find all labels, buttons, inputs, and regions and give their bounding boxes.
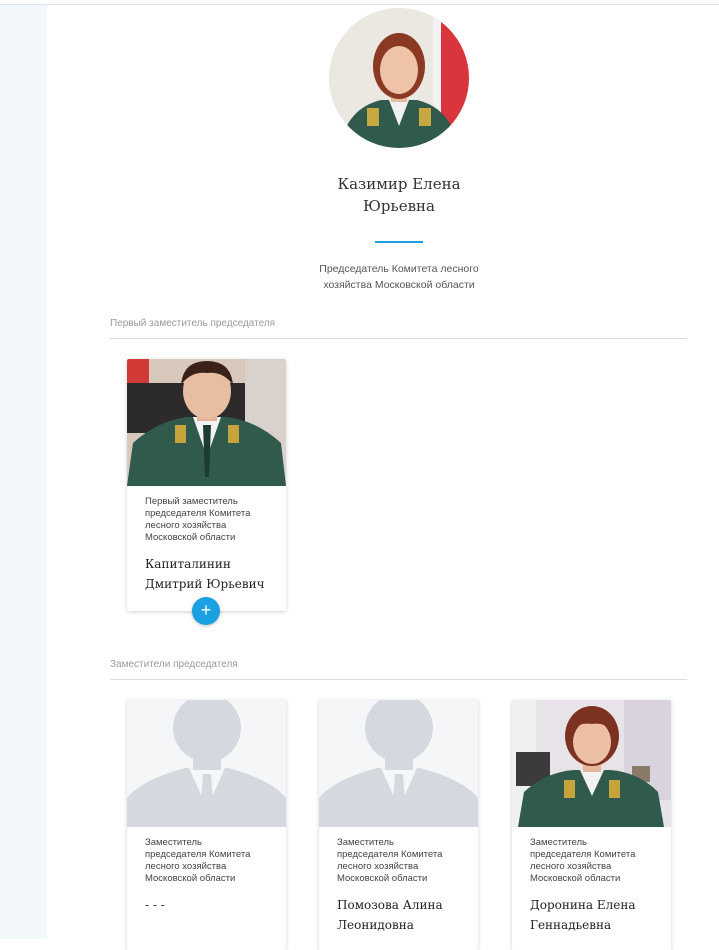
deputy-name: Помозова Алина Леонидовна [337, 895, 460, 935]
chairman-name-line1: Казимир Елена [337, 175, 461, 193]
position-line: Заместитель [530, 837, 587, 848]
avatar-placeholder-icon [319, 700, 478, 827]
position-line: председателя Комитета [530, 849, 636, 860]
deputy-name: Доронина Елена Геннадьевна [530, 895, 653, 935]
name-line1: Помозова Алина [337, 898, 443, 912]
chairman-name: Казимир Елена Юрьевна [247, 173, 551, 217]
name-line1: Капиталинин [145, 557, 231, 571]
section-divider [110, 338, 687, 339]
position-line: председателя Комитета [145, 849, 251, 860]
chairman-position-line2: хозяйства Московской области [323, 279, 475, 291]
position-line: лесного хозяйства [337, 861, 419, 872]
first-deputy-card[interactable]: Первый заместитель председателя Комитета… [127, 359, 286, 611]
position-line: лесного хозяйства [145, 861, 227, 872]
deputy-name: - - - [145, 895, 268, 915]
name-line2: Геннадьевна [530, 918, 612, 932]
chairman-position: Председатель Комитета лесного хозяйства … [297, 261, 501, 293]
name-line1: - - - [145, 898, 165, 912]
position-line: председателя Комитета [145, 508, 251, 519]
position-line: лесного хозяйства [530, 861, 612, 872]
chairman-name-line2: Юрьевна [363, 197, 435, 215]
main-content: Казимир Елена Юрьевна Председатель Комит… [47, 5, 719, 950]
position-line: Московской области [530, 873, 621, 884]
position-line: председателя Комитета [337, 849, 443, 860]
name-line2: Дмитрий Юрьевич [145, 577, 265, 591]
section-title-first-deputy: Первый заместитель председателя [110, 318, 276, 329]
section-divider [110, 679, 687, 680]
left-sidebar [0, 5, 47, 939]
avatar-placeholder-icon [127, 700, 286, 827]
position-line: Московской области [145, 873, 236, 884]
section-title-deputies: Заместители председателя [110, 659, 238, 670]
chairman-portrait [329, 8, 469, 148]
position-line: лесного хозяйства [145, 520, 227, 531]
deputy-card[interactable]: Заместитель председателя Комитета лесног… [512, 700, 671, 950]
position-line: Заместитель [337, 837, 394, 848]
position-line: Московской области [145, 532, 236, 543]
deputy-card[interactable]: Заместитель председателя Комитета лесног… [319, 700, 478, 950]
deputy-card[interactable]: Заместитель председателя Комитета лесног… [127, 700, 286, 950]
accent-divider [375, 241, 423, 243]
chairman-position-line1: Председатель Комитета лесного [319, 263, 479, 275]
position-line: Заместитель [145, 837, 202, 848]
chairman-photo [329, 8, 469, 148]
deputy-position: Заместитель председателя Комитета лесног… [530, 837, 653, 885]
name-line2: Леонидовна [337, 918, 414, 932]
deputy-position: Заместитель председателя Комитета лесног… [145, 837, 268, 885]
first-deputy-position: Первый заместитель председателя Комитета… [145, 496, 268, 544]
position-line: Первый заместитель [145, 496, 238, 507]
expand-plus-button[interactable]: + [192, 597, 220, 625]
first-deputy-name: Капиталинин Дмитрий Юрьевич [145, 554, 268, 594]
first-deputy-photo [127, 359, 286, 486]
name-line1: Доронина Елена [530, 898, 636, 912]
deputy-photo [512, 700, 671, 827]
deputy-position: Заместитель председателя Комитета лесног… [337, 837, 460, 885]
position-line: Московской области [337, 873, 428, 884]
